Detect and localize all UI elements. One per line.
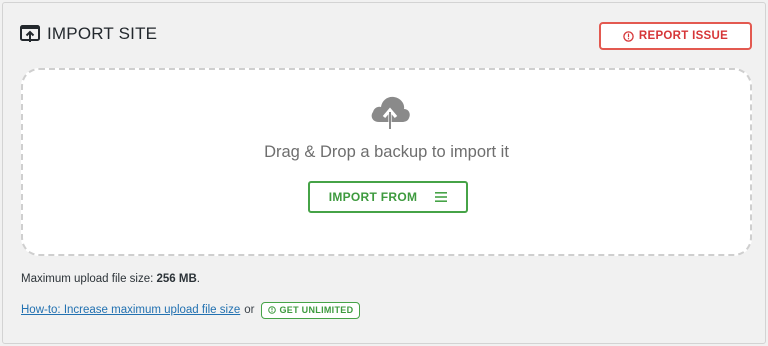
info-circle-icon [268, 306, 277, 314]
max-upload-size-label: Maximum upload file size: [21, 273, 154, 285]
menu-icon [435, 192, 448, 202]
cloud-upload-icon [368, 94, 412, 130]
panel-header: IMPORT SITE [19, 21, 157, 47]
help-row: How-to: Increase maximum upload file siz… [21, 301, 361, 319]
dropzone-instructions: Drag & Drop a backup to import it [264, 143, 509, 161]
report-issue-button[interactable]: REPORT ISSUE [599, 22, 752, 50]
max-upload-size-suffix: . [196, 273, 200, 285]
report-issue-label: REPORT ISSUE [638, 30, 729, 42]
import-from-button[interactable]: IMPORT FROM [308, 181, 468, 213]
import-upload-icon [19, 23, 41, 45]
get-unlimited-label: GET UNLIMITED [279, 305, 354, 315]
get-unlimited-button[interactable]: GET UNLIMITED [261, 301, 361, 319]
alert-circle-icon [623, 30, 634, 42]
import-from-label: IMPORT FROM [328, 190, 418, 204]
import-site-panel: IMPORT SITE REPORT ISSUE Drag & Drop a b… [2, 2, 766, 344]
backup-dropzone[interactable]: Drag & Drop a backup to import it IMPORT… [21, 68, 752, 256]
increase-upload-size-link[interactable]: How-to: Increase maximum upload file siz… [21, 304, 240, 316]
max-upload-size-value: 256 MB [156, 273, 197, 285]
page-title: IMPORT SITE [47, 24, 158, 43]
or-text: or [244, 304, 255, 316]
max-upload-size-text: Maximum upload file size: 256 MB. [21, 273, 200, 285]
